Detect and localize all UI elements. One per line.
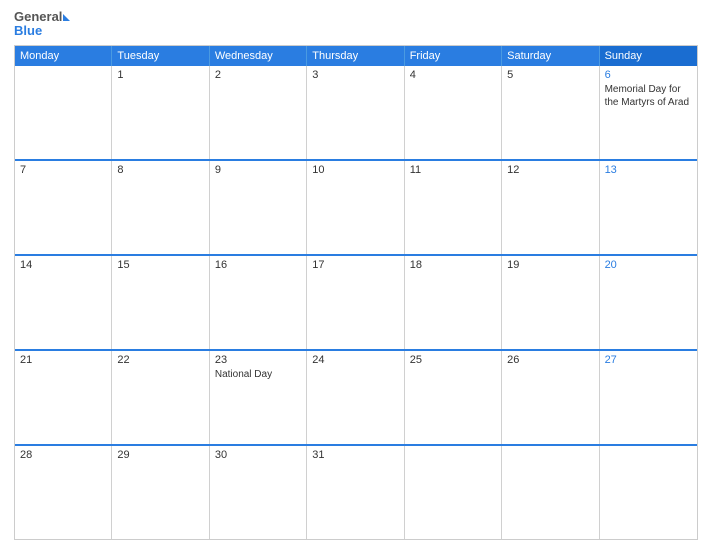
day-number: 1 (117, 69, 203, 81)
day-cell: 8 (112, 161, 209, 254)
day-headers-row: MondayTuesdayWednesdayThursdayFridaySatu… (15, 46, 697, 66)
day-number: 20 (605, 259, 692, 271)
day-number: 23 (215, 354, 301, 366)
event-text: Memorial Day for the Martyrs of Arad (605, 84, 689, 108)
day-number: 19 (507, 259, 593, 271)
day-number: 31 (312, 449, 398, 461)
day-cell: 16 (210, 256, 307, 349)
day-cell: 31 (307, 446, 404, 539)
day-cell: 7 (15, 161, 112, 254)
event-text: National Day (215, 369, 272, 380)
day-number: 12 (507, 164, 593, 176)
day-cell: 2 (210, 66, 307, 159)
day-cell: 1 (112, 66, 209, 159)
day-cell: 30 (210, 446, 307, 539)
day-cell (502, 446, 599, 539)
day-cell: 13 (600, 161, 697, 254)
day-cell: 20 (600, 256, 697, 349)
day-number: 26 (507, 354, 593, 366)
day-header-wednesday: Wednesday (210, 46, 307, 66)
day-cell: 27 (600, 351, 697, 444)
calendar-grid: MondayTuesdayWednesdayThursdayFridaySatu… (14, 45, 698, 540)
day-cell: 18 (405, 256, 502, 349)
day-number: 27 (605, 354, 692, 366)
day-number: 17 (312, 259, 398, 271)
day-number: 2 (215, 69, 301, 81)
day-number: 7 (20, 164, 106, 176)
day-header-saturday: Saturday (502, 46, 599, 66)
day-header-tuesday: Tuesday (112, 46, 209, 66)
day-cell: 26 (502, 351, 599, 444)
day-number: 4 (410, 69, 496, 81)
day-cell: 19 (502, 256, 599, 349)
week-row-2: 789 10 11 12 13 (15, 159, 697, 254)
day-number: 5 (507, 69, 593, 81)
week-row-3: 14 15 16 17 18 19 20 (15, 254, 697, 349)
day-cell: 6 Memorial Day for the Martyrs of Arad (600, 66, 697, 159)
day-cell: 23 National Day (210, 351, 307, 444)
week-row-1: 123456 Memorial Day for the Martyrs of Ar… (15, 66, 697, 159)
day-header-monday: Monday (15, 46, 112, 66)
day-number: 9 (215, 164, 301, 176)
day-cell: 29 (112, 446, 209, 539)
day-header-thursday: Thursday (307, 46, 404, 66)
day-number: 28 (20, 449, 106, 461)
day-number: 8 (117, 164, 203, 176)
day-cell: 21 (15, 351, 112, 444)
day-number: 16 (215, 259, 301, 271)
day-cell: 28 (15, 446, 112, 539)
day-header-friday: Friday (405, 46, 502, 66)
logo-triangle-icon (63, 14, 70, 21)
day-cell (405, 446, 502, 539)
calendar-header: General Blue (14, 10, 698, 39)
day-cell: 24 (307, 351, 404, 444)
weeks-container: 123456Memorial Day for the Martyrs of Ar… (15, 66, 697, 539)
day-cell (15, 66, 112, 159)
day-number: 22 (117, 354, 203, 366)
day-number: 3 (312, 69, 398, 81)
day-cell: 9 (210, 161, 307, 254)
day-cell: 14 (15, 256, 112, 349)
day-cell: 5 (502, 66, 599, 159)
week-row-4: 21 22 23 National Day 24 25 26 27 (15, 349, 697, 444)
day-number: 6 (605, 69, 692, 81)
day-number: 21 (20, 354, 106, 366)
day-cell: 4 (405, 66, 502, 159)
day-number: 24 (312, 354, 398, 366)
day-number: 18 (410, 259, 496, 271)
day-number: 10 (312, 164, 398, 176)
day-number: 30 (215, 449, 301, 461)
day-cell: 15 (112, 256, 209, 349)
week-row-5: 28 29 30 31 (15, 444, 697, 539)
day-cell: 22 (112, 351, 209, 444)
day-header-sunday: Sunday (600, 46, 697, 66)
day-cell: 12 (502, 161, 599, 254)
logo: General Blue (14, 10, 70, 39)
day-cell: 3 (307, 66, 404, 159)
day-number: 14 (20, 259, 106, 271)
day-cell: 17 (307, 256, 404, 349)
day-number: 13 (605, 164, 692, 176)
day-number: 15 (117, 259, 203, 271)
day-cell: 11 (405, 161, 502, 254)
day-cell (600, 446, 697, 539)
logo-blue-text: Blue (14, 24, 70, 38)
day-number: 11 (410, 164, 496, 176)
logo-general-text: General (14, 10, 62, 24)
page: General Blue MondayTuesdayWednesdayThurs… (0, 0, 712, 550)
day-cell: 25 (405, 351, 502, 444)
day-cell: 10 (307, 161, 404, 254)
day-number: 29 (117, 449, 203, 461)
day-number: 25 (410, 354, 496, 366)
